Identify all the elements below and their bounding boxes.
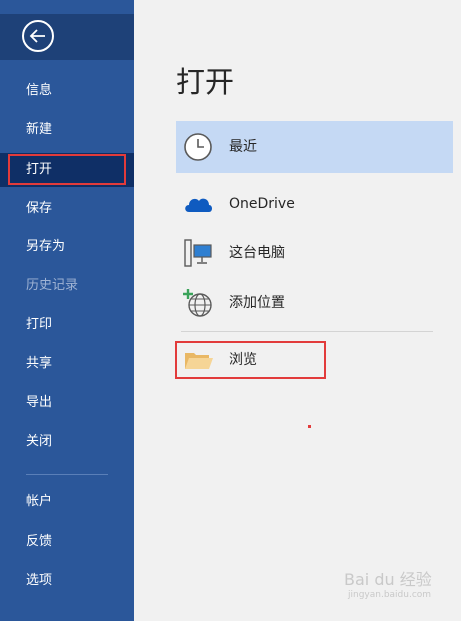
- location-label: 浏览: [229, 352, 257, 368]
- location-onedrive[interactable]: OneDrive: [176, 178, 453, 230]
- nav-save[interactable]: 保存: [0, 192, 134, 226]
- back-area: [0, 14, 134, 60]
- nav-options[interactable]: 选项: [0, 564, 134, 598]
- nav-new[interactable]: 新建: [0, 113, 134, 147]
- watermark-logo: Bai du 经验: [344, 570, 432, 589]
- nav-feedback[interactable]: 反馈: [0, 525, 134, 559]
- nav-info[interactable]: 信息: [0, 74, 134, 108]
- location-label: 这台电脑: [229, 245, 285, 261]
- nav-open[interactable]: 打开: [0, 153, 134, 187]
- nav-share[interactable]: 共享: [0, 347, 134, 381]
- arrow-left-icon: [29, 29, 45, 43]
- nav-save-as[interactable]: 另存为: [0, 230, 134, 264]
- locations-divider: [181, 331, 433, 332]
- clock-icon: [184, 133, 212, 161]
- location-add-place[interactable]: 添加位置: [176, 277, 453, 329]
- page-title: 打开: [176, 65, 235, 99]
- nav-history: 历史记录: [26, 278, 79, 293]
- location-label: 最近: [229, 139, 257, 155]
- cloud-icon: [185, 198, 212, 212]
- computer-icon: [184, 239, 212, 267]
- sidebar-divider: [26, 474, 108, 475]
- back-button[interactable]: [22, 20, 54, 52]
- location-label: OneDrive: [229, 196, 295, 212]
- location-recent[interactable]: 最近: [176, 121, 453, 173]
- nav-close[interactable]: 关闭: [0, 425, 134, 459]
- nav-export[interactable]: 导出: [0, 386, 134, 420]
- nav-print[interactable]: 打印: [0, 308, 134, 342]
- globe-add-icon: [183, 289, 212, 317]
- nav-account[interactable]: 帐户: [0, 485, 134, 519]
- location-label: 添加位置: [229, 295, 285, 311]
- backstage-sidebar: 信息 新建 打开 保存 另存为 历史记录 打印 共享 导出 关闭 帐户 反馈 选…: [0, 0, 134, 621]
- red-marker-dot: [308, 425, 311, 428]
- location-this-pc[interactable]: 这台电脑: [176, 227, 453, 279]
- folder-icon: [185, 353, 213, 369]
- watermark-url: jingyan.baidu.com: [348, 590, 432, 600]
- location-browse[interactable]: 浏览: [176, 334, 453, 386]
